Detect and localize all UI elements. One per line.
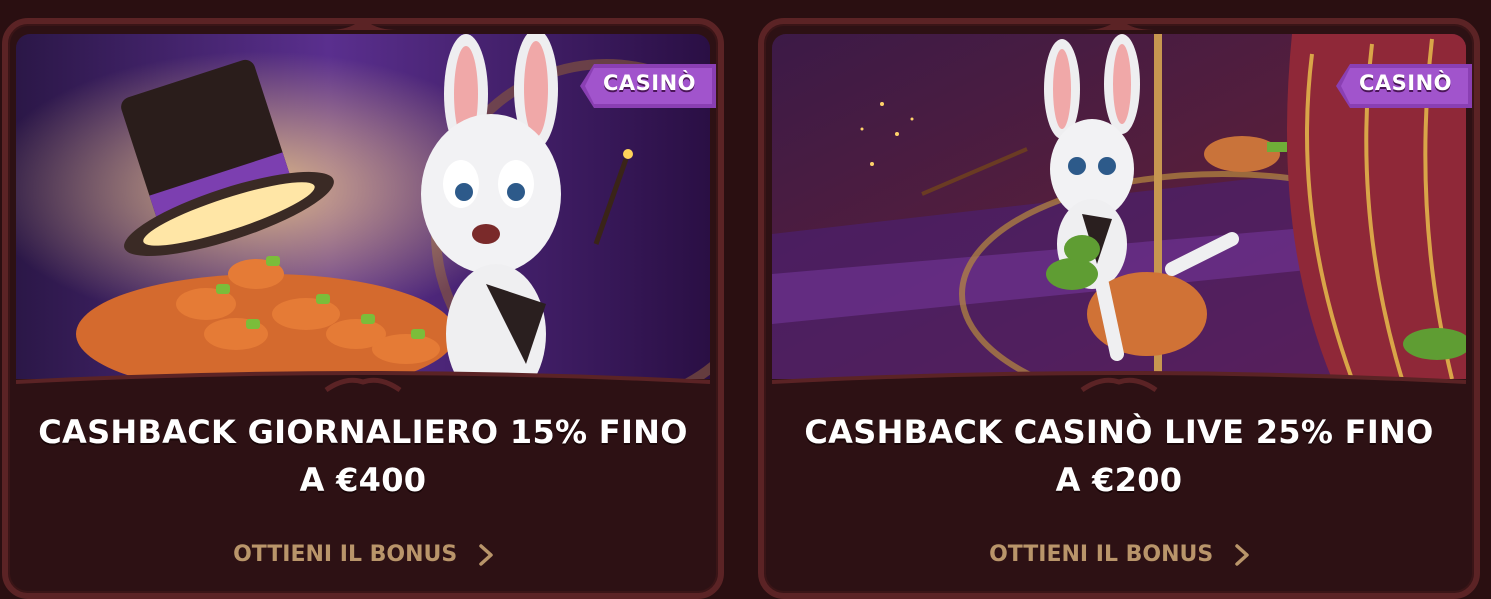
get-bonus-link[interactable]: OTTIENI IL BONUS [764, 542, 1474, 567]
category-badge: CASINÒ [602, 71, 696, 95]
get-bonus-label: OTTIENI IL BONUS [989, 542, 1214, 567]
promo-card-live-cashback[interactable]: CASINÒ CASHBACK CASINÒ LIVE 25% FINO A €… [758, 18, 1480, 599]
promo-title: CASHBACK GIORNALIERO 15% FINO A €400 [8, 408, 718, 504]
card-divider-ornament [772, 371, 1466, 406]
category-badge: CASINÒ [1358, 71, 1452, 95]
promotions-grid: CASINÒ CASHBACK GIORNALIERO 15% FINO A €… [0, 0, 1491, 599]
promo-title-line1: CASHBACK CASINÒ LIVE 25% FINO [804, 413, 1434, 451]
promo-title: CASHBACK CASINÒ LIVE 25% FINO A €200 [764, 408, 1474, 504]
get-bonus-label: OTTIENI IL BONUS [233, 542, 458, 567]
promo-card-daily-cashback[interactable]: CASINÒ CASHBACK GIORNALIERO 15% FINO A €… [2, 18, 724, 599]
card-divider-ornament [16, 371, 710, 406]
promo-title-line1: CASHBACK GIORNALIERO 15% FINO [38, 413, 688, 451]
promo-title-line2: A €200 [1055, 461, 1183, 499]
card-crest-ornament [1084, 24, 1154, 30]
promo-title-line2: A €400 [299, 461, 427, 499]
chevron-right-icon [479, 544, 493, 566]
get-bonus-link[interactable]: OTTIENI IL BONUS [8, 542, 718, 567]
chevron-right-icon [1235, 544, 1249, 566]
card-crest-ornament [328, 24, 398, 30]
